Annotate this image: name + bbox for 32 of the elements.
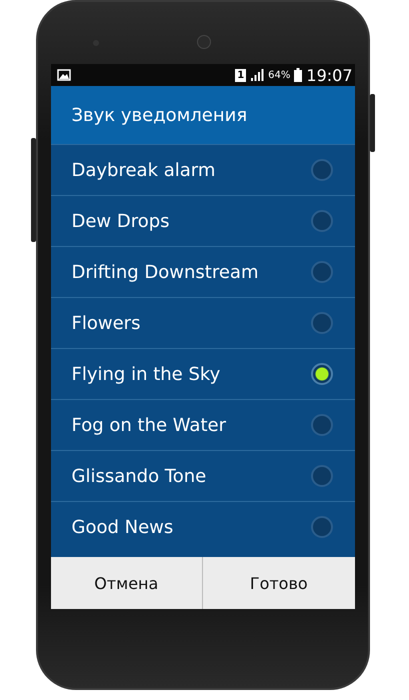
option-label: Fog on the Water [72, 414, 227, 436]
battery-percent: 64% [268, 70, 290, 80]
sound-option[interactable]: Drifting Downstream [50, 246, 354, 297]
sound-option[interactable]: Flying in the Sky [50, 348, 354, 399]
battery-icon [294, 68, 302, 82]
clock-time: 19:07 [306, 66, 352, 84]
dialog-title: Звук уведомления [50, 86, 354, 144]
sim-indicator: 1 [235, 68, 246, 82]
option-label: Drifting Downstream [72, 262, 260, 282]
radio-button[interactable] [310, 516, 332, 538]
radio-button[interactable] [310, 465, 332, 487]
radio-button[interactable] [310, 363, 332, 385]
signal-icon [250, 69, 264, 81]
sound-option[interactable]: Glissando Tone [50, 450, 354, 501]
sound-option[interactable]: Daybreak alarm [50, 144, 354, 195]
option-label: Flowers [72, 312, 142, 334]
image-icon [56, 69, 70, 81]
option-label: Dew Drops [72, 210, 171, 232]
radio-button[interactable] [310, 414, 332, 436]
radio-button[interactable] [310, 210, 332, 232]
side-key [370, 94, 374, 152]
radio-button[interactable] [310, 159, 332, 181]
option-label: Daybreak alarm [72, 160, 216, 180]
sound-option[interactable]: Fog on the Water [50, 399, 354, 450]
radio-button[interactable] [310, 312, 332, 334]
camera-lens [196, 35, 210, 49]
sound-option[interactable]: Flowers [50, 297, 354, 348]
radio-button[interactable] [310, 261, 332, 283]
option-label: Flying in the Sky [72, 364, 222, 384]
sound-option[interactable]: Dew Drops [50, 195, 354, 246]
option-label: Glissando Tone [72, 466, 208, 486]
option-label: Good News [72, 516, 174, 538]
